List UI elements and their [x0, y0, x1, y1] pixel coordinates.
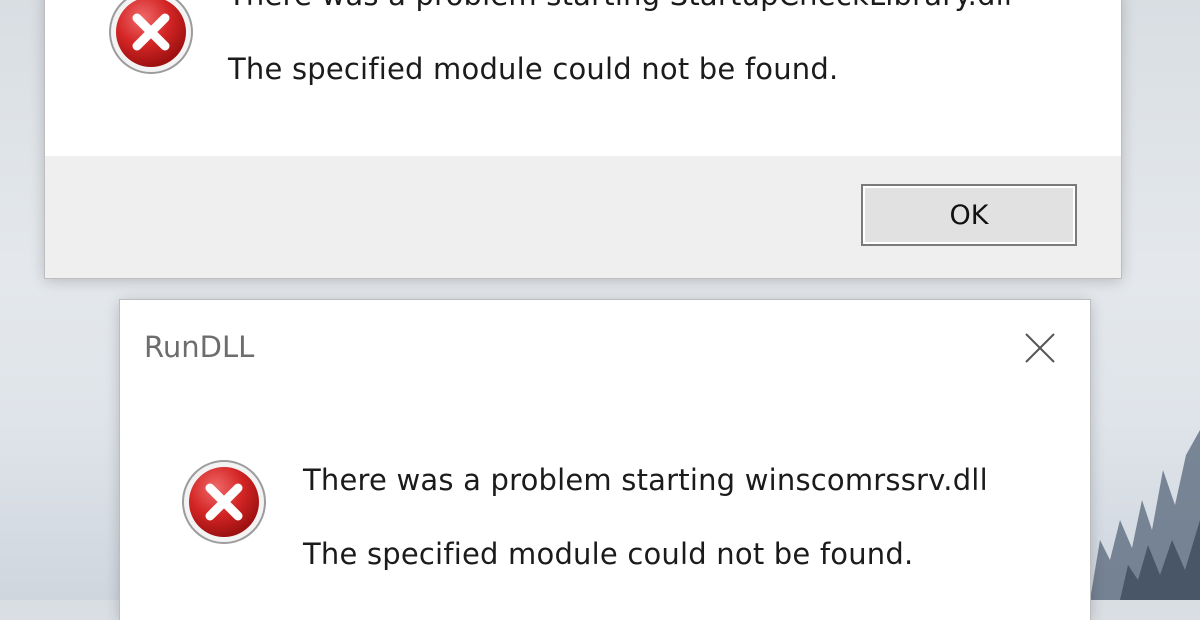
error-dialog-startupchecklibrary: There was a problem starting StartupChec… [45, 0, 1121, 278]
error-dialog-rundll: RunDLL There was a problem starting wins… [120, 300, 1090, 620]
window-title: RunDLL [144, 330, 255, 364]
dialog-footer: OK [45, 156, 1121, 278]
error-icon [180, 458, 268, 546]
error-message-line1: There was a problem starting StartupChec… [228, 0, 1012, 12]
error-message-line2: The specified module could not be found. [228, 52, 839, 86]
error-icon [107, 0, 195, 76]
error-message-line2: The specified module could not be found. [303, 537, 914, 571]
error-message-line1: There was a problem starting winscomrssr… [303, 463, 988, 497]
close-icon[interactable] [1020, 328, 1060, 368]
ok-button[interactable]: OK [861, 184, 1077, 246]
